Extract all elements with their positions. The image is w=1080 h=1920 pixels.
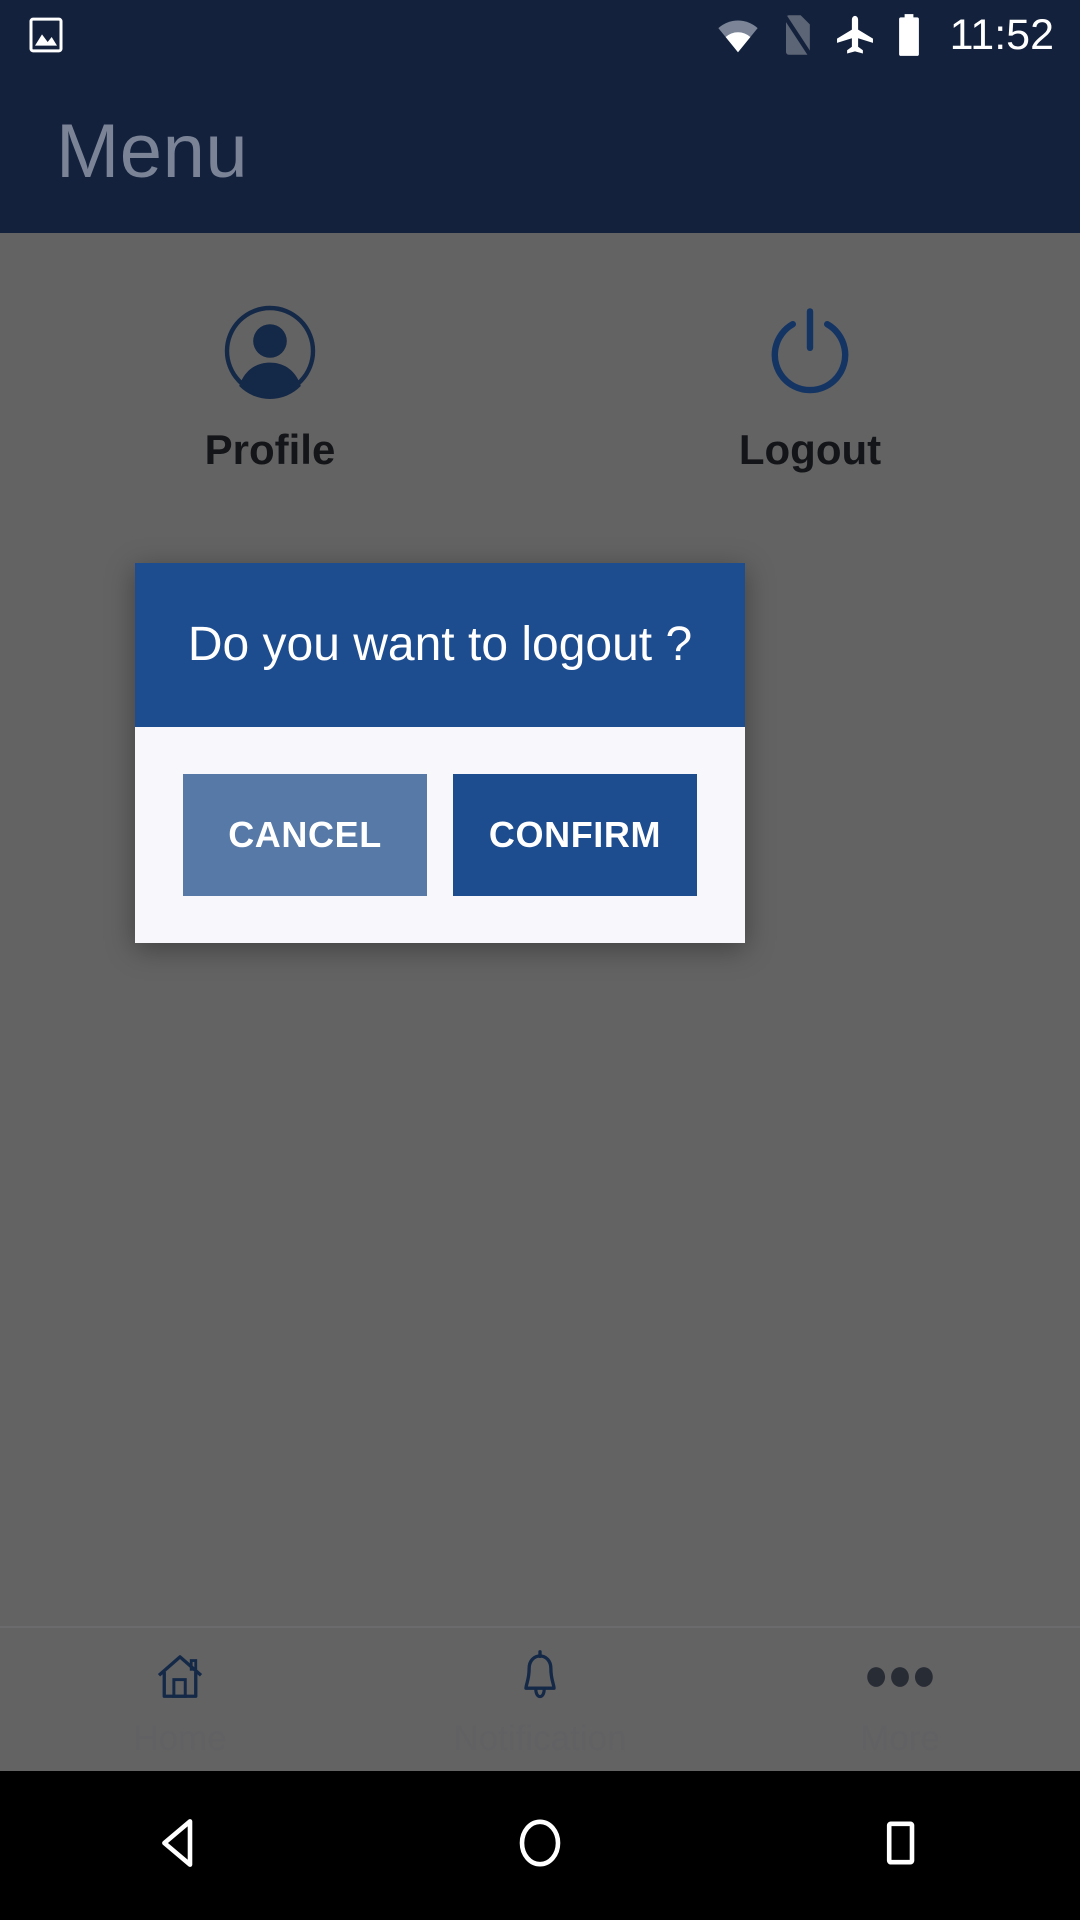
battery-icon	[896, 13, 922, 57]
dialog-title: Do you want to logout ?	[187, 618, 693, 671]
nav-back-button[interactable]	[0, 1811, 360, 1880]
recents-square-icon	[868, 1811, 932, 1880]
dialog-scrim[interactable]	[0, 233, 1080, 1771]
confirm-button[interactable]: CONFIRM	[453, 774, 697, 896]
status-bar-clock: 11:52	[949, 10, 1054, 59]
cancel-button[interactable]: CANCEL	[183, 774, 427, 896]
nav-home-button[interactable]	[360, 1811, 720, 1880]
status-bar-right-icons: 11:52	[715, 13, 1054, 57]
phone-screen: 11:52 Menu Profile Logout Home Notificat…	[0, 0, 1080, 1920]
wifi-icon	[715, 15, 761, 55]
app-bar: Menu	[0, 70, 1080, 233]
airplane-mode-icon	[833, 13, 877, 57]
screenshot-icon	[26, 14, 66, 56]
no-sim-icon	[780, 13, 814, 57]
dialog-actions: CANCEL CONFIRM	[135, 727, 745, 943]
dialog-header: Do you want to logout ?	[135, 563, 745, 727]
page-title: Menu	[56, 108, 249, 194]
nav-recents-button[interactable]	[720, 1811, 1080, 1880]
status-bar: 11:52	[0, 0, 1080, 70]
back-triangle-icon	[148, 1811, 212, 1880]
logout-confirm-dialog: Do you want to logout ? CANCEL CONFIRM	[135, 563, 745, 943]
android-navigation-bar	[0, 1771, 1080, 1920]
status-bar-left-icons	[26, 14, 66, 56]
home-circle-icon	[508, 1811, 572, 1880]
